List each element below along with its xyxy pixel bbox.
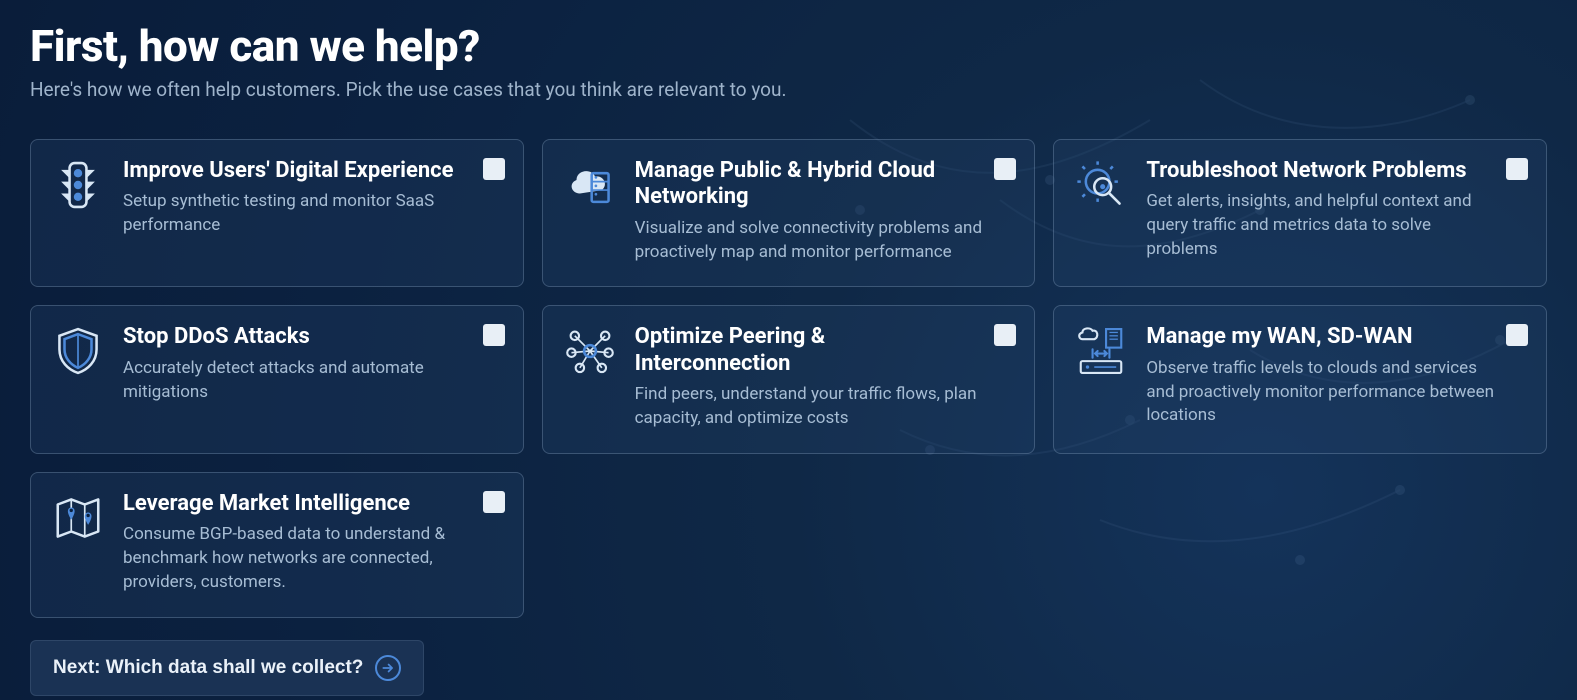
traffic-light-icon	[51, 158, 105, 212]
card-title: Stop DDoS Attacks	[123, 324, 473, 350]
card-improve-digital-experience[interactable]: Improve Users' Digital Experience Setup …	[30, 139, 524, 287]
card-checkbox-stop-ddos[interactable]	[483, 324, 505, 346]
card-desc: Get alerts, insights, and helpful contex…	[1146, 190, 1496, 261]
card-desc: Accurately detect attacks and automate m…	[123, 357, 473, 405]
page-subtitle: Here's how we often help customers. Pick…	[30, 78, 1547, 101]
card-checkbox-improve-digital-experience[interactable]	[483, 158, 505, 180]
cloud-server-icon	[563, 158, 617, 212]
card-title: Improve Users' Digital Experience	[123, 158, 473, 184]
map-pins-icon	[51, 491, 105, 545]
card-title: Manage my WAN, SD-WAN	[1146, 324, 1496, 350]
card-desc: Consume BGP-based data to understand & b…	[123, 523, 473, 594]
page-title: First, how can we help?	[30, 20, 1547, 72]
card-title: Manage Public & Hybrid Cloud Networking	[635, 158, 985, 211]
card-desc: Visualize and solve connectivity problem…	[635, 217, 985, 265]
arrow-right-circle-icon	[375, 655, 401, 681]
card-title: Leverage Market Intelligence	[123, 491, 473, 517]
card-desc: Find peers, understand your traffic flow…	[635, 383, 985, 431]
gear-magnify-icon	[1074, 158, 1128, 212]
card-manage-wan[interactable]: Manage my WAN, SD-WAN Observe traffic le…	[1053, 305, 1547, 453]
card-desc: Observe traffic levels to clouds and ser…	[1146, 357, 1496, 428]
use-case-cards: Improve Users' Digital Experience Setup …	[30, 139, 1547, 618]
card-manage-cloud-networking[interactable]: Manage Public & Hybrid Cloud Networking …	[542, 139, 1036, 287]
wan-devices-icon	[1074, 324, 1128, 378]
card-title: Optimize Peering & Interconnection	[635, 324, 985, 377]
card-checkbox-manage-cloud-networking[interactable]	[994, 158, 1016, 180]
card-checkbox-market-intelligence[interactable]	[483, 491, 505, 513]
card-desc: Setup synthetic testing and monitor SaaS…	[123, 190, 473, 238]
card-stop-ddos[interactable]: Stop DDoS Attacks Accurately detect atta…	[30, 305, 524, 453]
network-nodes-icon	[563, 324, 617, 378]
next-button[interactable]: Next: Which data shall we collect?	[30, 640, 424, 696]
card-troubleshoot-network[interactable]: Troubleshoot Network Problems Get alerts…	[1053, 139, 1547, 287]
card-checkbox-troubleshoot-network[interactable]	[1506, 158, 1528, 180]
card-optimize-peering[interactable]: Optimize Peering & Interconnection Find …	[542, 305, 1036, 453]
card-checkbox-manage-wan[interactable]	[1506, 324, 1528, 346]
card-title: Troubleshoot Network Problems	[1146, 158, 1496, 184]
next-button-label: Next: Which data shall we collect?	[53, 657, 363, 679]
shield-icon	[51, 324, 105, 378]
card-market-intelligence[interactable]: Leverage Market Intelligence Consume BGP…	[30, 472, 524, 618]
card-checkbox-optimize-peering[interactable]	[994, 324, 1016, 346]
